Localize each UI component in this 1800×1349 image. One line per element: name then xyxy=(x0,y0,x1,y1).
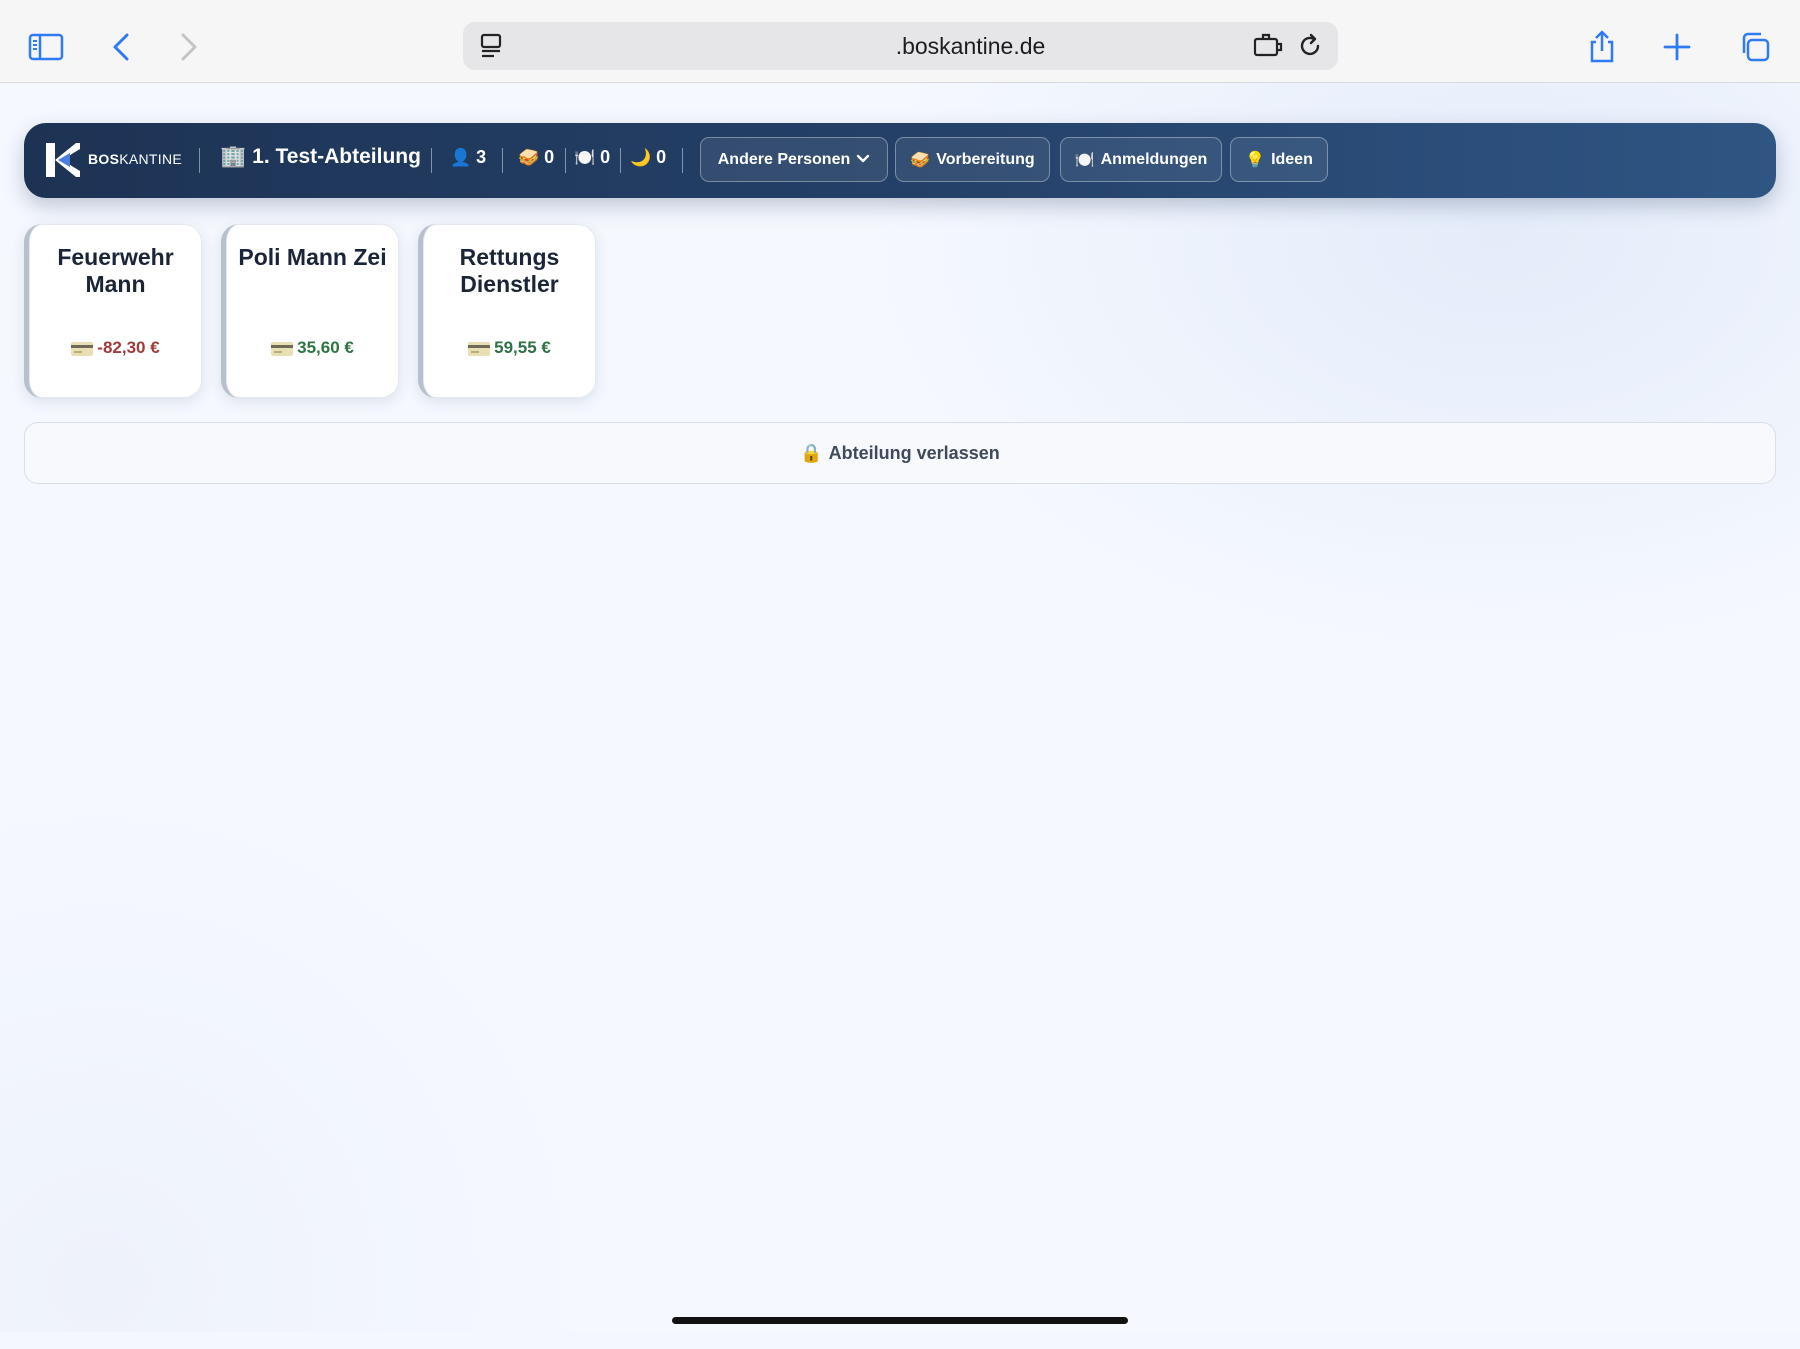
building-icon: 🏢 xyxy=(220,145,247,168)
person-balance: 59,55 € xyxy=(423,338,596,358)
boskantine-logo[interactable] xyxy=(46,143,80,177)
person-name: Rettungs Dienstler xyxy=(459,244,560,297)
person-name: Poli Mann Zei xyxy=(238,244,387,270)
stat-registrations: 🍽️ 0 xyxy=(574,147,611,167)
url-text: .boskantine.de xyxy=(895,33,1046,59)
moon-icon: 🌙 xyxy=(630,147,652,167)
registrations-button[interactable]: 🍽️ Anmeldungen xyxy=(1060,137,1222,182)
brand-name: BOSKANTINE xyxy=(88,151,183,167)
person-balance: 35,60 € xyxy=(226,338,399,358)
divider xyxy=(431,148,432,173)
forward-icon[interactable] xyxy=(164,22,214,72)
stat-preparation: 🥪 0 xyxy=(518,147,555,167)
credit-card-icon xyxy=(468,341,491,356)
person-card[interactable]: Poli Mann Zei 35,60 € xyxy=(221,224,399,398)
lightbulb-icon: 💡 xyxy=(1245,151,1266,169)
department-name: 1. Test-Abteilung xyxy=(252,145,421,168)
preparation-button[interactable]: 🥪 Vorbereitung xyxy=(895,137,1050,182)
lock-icon: 🔒 xyxy=(800,442,823,463)
person-card[interactable]: Feuerwehr Mann -82,30 € xyxy=(24,224,202,398)
tabs-icon[interactable] xyxy=(1730,22,1780,72)
divider xyxy=(199,148,200,173)
stat-night: 🌙 0 xyxy=(630,147,667,167)
plate-icon: 🍽️ xyxy=(1074,151,1095,169)
reload-icon[interactable] xyxy=(1297,32,1325,60)
sandwich-icon: 🥪 xyxy=(910,151,931,169)
back-icon[interactable] xyxy=(96,22,146,72)
leave-department-button[interactable]: 🔒 Abteilung verlassen xyxy=(24,422,1776,484)
share-icon[interactable] xyxy=(1577,22,1627,72)
divider xyxy=(682,148,683,173)
extension-icon[interactable] xyxy=(1253,32,1283,60)
browser-toolbar: .boskantine.de xyxy=(0,0,1800,83)
home-indicator xyxy=(672,1317,1128,1324)
app-navbar: BOSKANTINE 🏢 1. Test-Abteilung 👤 3 🥪 0 🍽… xyxy=(24,123,1776,198)
others-dropdown-button[interactable]: Andere Personen xyxy=(700,137,888,182)
person-card[interactable]: Rettungs Dienstler 59,55 € xyxy=(418,224,596,398)
divider xyxy=(502,148,503,173)
credit-card-icon xyxy=(271,341,294,356)
person-name: Feuerwehr Mann xyxy=(57,244,174,297)
sidebar-icon[interactable] xyxy=(21,22,71,72)
chevron-down-icon xyxy=(856,151,870,169)
address-bar[interactable]: .boskantine.de xyxy=(463,22,1338,70)
ideas-button[interactable]: 💡 Ideen xyxy=(1230,137,1328,182)
divider xyxy=(565,148,566,173)
divider xyxy=(620,148,621,173)
new-tab-icon[interactable] xyxy=(1652,22,1702,72)
department-title: 🏢 1. Test-Abteilung xyxy=(220,145,421,169)
person-icon: 👤 xyxy=(450,147,472,167)
credit-card-icon xyxy=(71,341,94,356)
page-content: BOSKANTINE 🏢 1. Test-Abteilung 👤 3 🥪 0 🍽… xyxy=(0,83,1800,1332)
person-balance: -82,30 € xyxy=(29,338,202,358)
plate-icon: 🍽️ xyxy=(574,147,596,167)
sandwich-icon: 🥪 xyxy=(518,147,540,167)
stat-persons: 👤 3 xyxy=(450,147,487,167)
